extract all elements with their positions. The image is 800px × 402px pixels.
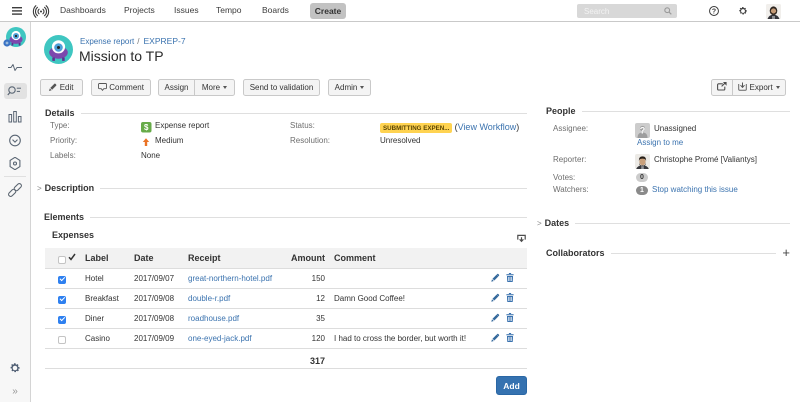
svg-text:$: $	[144, 123, 149, 132]
svg-text:?: ?	[640, 126, 646, 136]
svg-text:?: ?	[712, 9, 716, 16]
